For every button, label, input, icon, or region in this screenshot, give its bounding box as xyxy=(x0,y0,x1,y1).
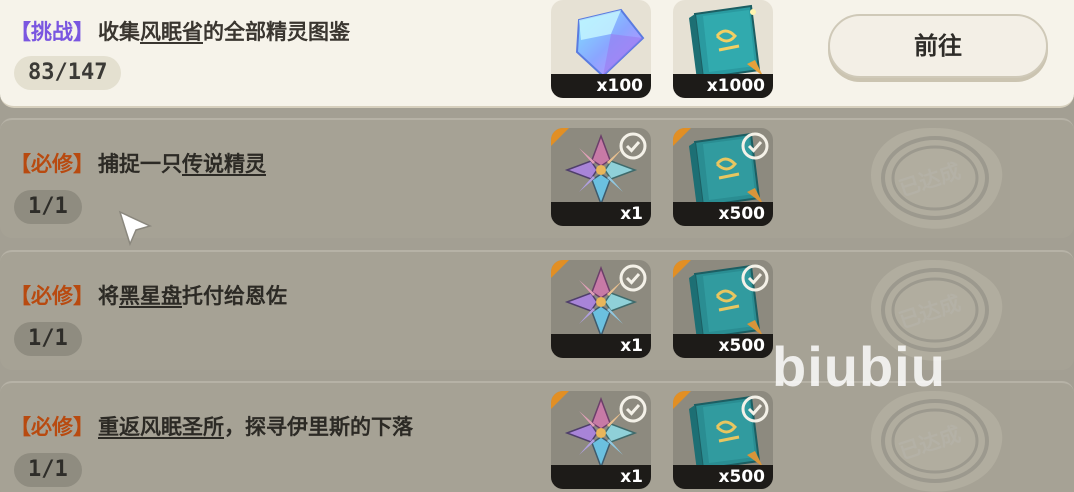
task-progress: 1/1 xyxy=(14,453,82,487)
task-name-link[interactable]: 传说精灵 xyxy=(182,152,266,176)
task-name-link[interactable]: 重返风眠圣所 xyxy=(98,415,224,439)
book-icon xyxy=(689,4,763,80)
reward-slot[interactable]: x500 xyxy=(673,260,773,358)
go-button[interactable]: 前往 xyxy=(828,14,1048,78)
task-row-required: 【必修】 捕捉一只传说精灵 1/1 x1 x500 已达成 xyxy=(0,118,1074,238)
check-icon xyxy=(619,395,647,423)
reward-slot[interactable]: x500 xyxy=(673,391,773,489)
task-name-pre: 将 xyxy=(98,284,119,308)
task-title: 【必修】 捕捉一只传说精灵 xyxy=(10,148,266,178)
reward-slot[interactable]: x1 xyxy=(551,391,651,489)
tag-close: 】 xyxy=(73,415,94,439)
task-title: 【必修】 重返风眠圣所，探寻伊里斯的下落 xyxy=(10,411,413,441)
task-name-pre: 捕捉一只 xyxy=(98,152,182,176)
reward-qty: x500 xyxy=(673,465,773,489)
task-tag: 必修 xyxy=(31,284,73,308)
check-icon xyxy=(741,264,769,292)
task-name-link[interactable]: 黑星盘 xyxy=(119,284,182,308)
task-name: 捕捉一只传说精灵 xyxy=(98,152,266,176)
task-name-pre: 收集 xyxy=(98,20,140,44)
tag-close: 】 xyxy=(73,20,94,44)
task-row-challenge: 【挑战】 收集风眠省的全部精灵图鉴 83/147 x100 x1000 前往 xyxy=(0,0,1074,108)
task-name-link[interactable]: 风眠省 xyxy=(140,20,203,44)
task-progress: 1/1 xyxy=(14,322,82,356)
tag-open: 【 xyxy=(10,415,31,439)
reward-slot[interactable]: x1 xyxy=(551,128,651,226)
reward-qty: x100 xyxy=(551,74,651,98)
task-title: 【挑战】 收集风眠省的全部精灵图鉴 xyxy=(10,16,350,46)
task-progress: 83/147 xyxy=(14,56,122,90)
mouse-cursor-icon xyxy=(118,210,153,247)
task-name-post: 的全部精灵图鉴 xyxy=(203,20,350,44)
task-title: 【必修】 将黑星盘托付给恩佐 xyxy=(10,280,287,310)
task-name: 重返风眠圣所，探寻伊里斯的下落 xyxy=(98,415,413,439)
task-name-post: ，探寻伊里斯的下落 xyxy=(224,415,413,439)
reward-slot[interactable]: x500 xyxy=(673,128,773,226)
check-icon xyxy=(741,395,769,423)
tag-open: 【 xyxy=(10,20,31,44)
reward-slot[interactable]: x100 xyxy=(551,0,651,98)
reward-qty: x1 xyxy=(551,334,651,358)
completed-stamp: 已达成 xyxy=(860,385,1010,492)
tag-open: 【 xyxy=(10,284,31,308)
tag-close: 】 xyxy=(73,284,94,308)
tag-open: 【 xyxy=(10,152,31,176)
task-name: 将黑星盘托付给恩佐 xyxy=(98,284,287,308)
reward-qty: x1 xyxy=(551,202,651,226)
reward-slot[interactable]: x1000 xyxy=(673,0,773,98)
task-tag: 挑战 xyxy=(31,20,73,44)
check-icon xyxy=(619,132,647,160)
watermark: biubiu xyxy=(772,335,946,398)
reward-qty: x500 xyxy=(673,334,773,358)
crystal-icon xyxy=(575,8,645,78)
reward-qty: x1000 xyxy=(673,74,773,98)
task-progress: 1/1 xyxy=(14,190,82,224)
reward-qty: x500 xyxy=(673,202,773,226)
completed-stamp: 已达成 xyxy=(860,122,1010,232)
tag-close: 】 xyxy=(73,152,94,176)
task-tag: 必修 xyxy=(31,415,73,439)
reward-qty: x1 xyxy=(551,465,651,489)
task-tag: 必修 xyxy=(31,152,73,176)
reward-slot[interactable]: x1 xyxy=(551,260,651,358)
check-icon xyxy=(741,132,769,160)
task-name: 收集风眠省的全部精灵图鉴 xyxy=(98,20,350,44)
check-icon xyxy=(619,264,647,292)
task-name-post: 托付给恩佐 xyxy=(182,284,287,308)
